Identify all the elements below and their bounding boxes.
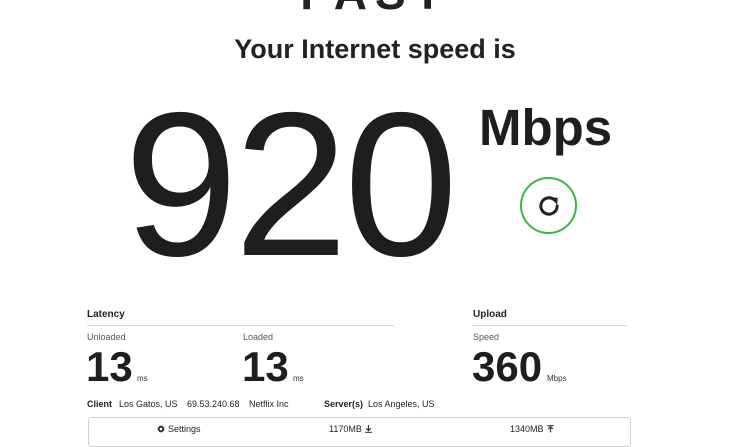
servers-location: Los Angeles, US xyxy=(368,399,435,409)
upload-speed-value: 360 xyxy=(472,343,543,390)
servers-label: Server(s) xyxy=(324,399,364,409)
details-bar: Settings 1170MB 1340MB xyxy=(88,417,631,447)
downloaded-value: 1170MB xyxy=(329,424,362,434)
settings-button[interactable]: Settings xyxy=(157,424,201,434)
upload-speed-unit: Mbps xyxy=(547,374,567,383)
uploaded-value: 1340MB xyxy=(510,424,544,434)
fast-logo: FAST xyxy=(0,0,750,16)
upload-divider xyxy=(473,325,627,326)
upload-arrow-icon xyxy=(546,425,554,433)
loaded-latency-unit: ms xyxy=(293,374,304,383)
download-arrow-icon xyxy=(365,425,372,433)
settings-label: Settings xyxy=(168,424,201,434)
client-isp: Netflix Inc xyxy=(249,399,289,409)
client-ip: 69.53.240.68 xyxy=(187,399,240,409)
download-speed-value: 920 xyxy=(124,70,458,299)
latency-title: Latency xyxy=(87,309,125,320)
downloaded-amount: 1170MB xyxy=(329,424,372,434)
client-label: Client xyxy=(87,399,113,409)
gear-icon xyxy=(157,425,165,433)
unloaded-label: Unloaded xyxy=(87,332,126,342)
upload-title: Upload xyxy=(473,309,507,320)
download-speed-unit: Mbps xyxy=(479,99,613,156)
upload-speed-label: Speed xyxy=(473,332,500,342)
uploaded-amount: 1340MB xyxy=(510,424,554,434)
unloaded-latency-value: 13 xyxy=(86,343,133,390)
loaded-label: Loaded xyxy=(243,332,274,342)
unloaded-latency-unit: ms xyxy=(137,374,148,383)
refresh-icon xyxy=(538,195,559,216)
loaded-latency-value: 13 xyxy=(242,343,289,390)
client-location: Los Gatos, US xyxy=(119,399,178,409)
speed-heading: Your Internet speed is xyxy=(234,34,516,64)
latency-divider xyxy=(87,325,394,326)
refresh-button[interactable] xyxy=(520,177,577,234)
